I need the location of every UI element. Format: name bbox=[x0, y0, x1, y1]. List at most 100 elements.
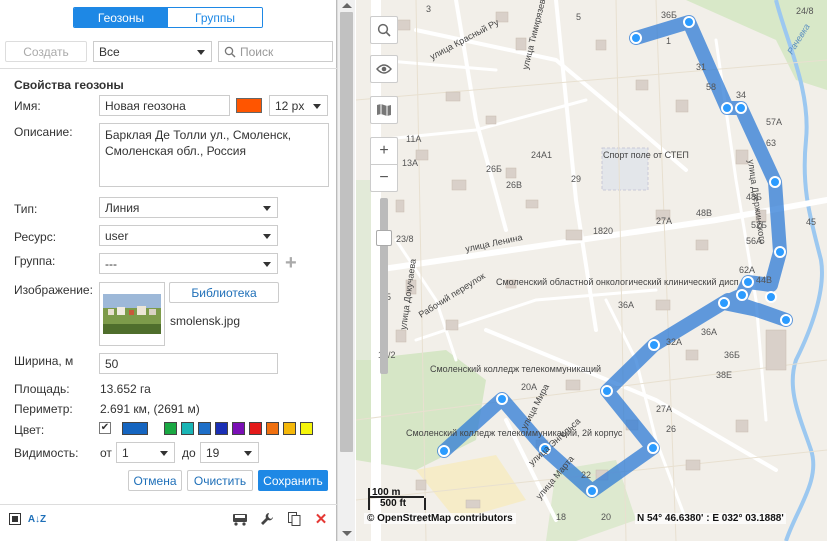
filter-select[interactable]: Все bbox=[93, 41, 212, 62]
name-label: Имя: bbox=[14, 99, 41, 113]
svg-text:5: 5 bbox=[576, 12, 581, 22]
svg-text:24/8: 24/8 bbox=[796, 6, 814, 16]
scale-metric: 100 m bbox=[368, 488, 424, 498]
svg-text:20: 20 bbox=[601, 512, 611, 522]
truck-icon[interactable] bbox=[231, 511, 249, 527]
svg-text:11А: 11А bbox=[406, 134, 421, 144]
color-label: Цвет: bbox=[14, 423, 45, 437]
svg-text:36Б: 36Б bbox=[724, 350, 740, 360]
map-search-button[interactable] bbox=[370, 16, 398, 44]
map-visibility-button[interactable] bbox=[370, 55, 398, 83]
cancel-button[interactable]: Отмена bbox=[128, 470, 182, 491]
palette-swatch[interactable] bbox=[232, 422, 245, 435]
library-button[interactable]: Библиотека bbox=[169, 282, 279, 303]
svg-text:62А: 62А bbox=[739, 265, 755, 275]
palette-swatch[interactable] bbox=[215, 422, 228, 435]
map-view[interactable]: 3 5 36Б 24/8 1 31 58 34 57А 11А 13А 26Б 24А1 26В 29… bbox=[356, 0, 827, 541]
palette-swatch[interactable] bbox=[249, 422, 262, 435]
save-button[interactable]: Сохранить bbox=[258, 470, 328, 491]
map-label-street: улица Тимирязева bbox=[520, 0, 548, 70]
font-size-select[interactable]: 12 px bbox=[269, 95, 328, 116]
image-label: Изображение: bbox=[14, 283, 93, 297]
chevron-down-icon bbox=[263, 234, 271, 239]
svg-text:26В: 26В bbox=[506, 180, 522, 190]
copy-icon[interactable] bbox=[286, 511, 302, 527]
svg-text:36Б: 36Б bbox=[661, 10, 677, 20]
section-title: Свойства геозоны bbox=[14, 78, 124, 92]
svg-text:1: 1 bbox=[666, 36, 671, 46]
palette-swatch[interactable] bbox=[164, 422, 177, 435]
palette-swatch[interactable] bbox=[198, 422, 211, 435]
width-label: Ширина, м bbox=[14, 354, 74, 368]
selected-color-swatch[interactable] bbox=[122, 422, 148, 435]
zoom-in-button[interactable]: + bbox=[370, 137, 398, 165]
scroll-down-icon[interactable] bbox=[342, 531, 352, 536]
type-select[interactable]: Линия bbox=[99, 197, 278, 218]
divider bbox=[0, 504, 337, 505]
name-color-swatch[interactable] bbox=[236, 98, 262, 113]
plus-icon: + bbox=[379, 142, 389, 159]
search-placeholder: Поиск bbox=[240, 44, 274, 59]
create-button[interactable]: Создать bbox=[5, 41, 87, 62]
add-group-icon[interactable]: + bbox=[285, 253, 297, 273]
svg-text:36А: 36А bbox=[701, 327, 717, 337]
svg-text:48В: 48В bbox=[696, 208, 712, 218]
group-select[interactable]: --- bbox=[99, 253, 278, 274]
chevron-down-icon bbox=[197, 50, 205, 55]
sort-az-icon[interactable]: A↓Z bbox=[28, 511, 46, 527]
scrollbar-thumb[interactable] bbox=[340, 12, 353, 452]
zoom-out-button[interactable]: − bbox=[370, 164, 398, 192]
scroll-up-icon[interactable] bbox=[342, 3, 352, 8]
map-canvas: 3 5 36Б 24/8 1 3158 34 57А 11А 13А 26Б 24А1 26В 29… bbox=[356, 0, 827, 541]
tab-bar: Геозоны Группы bbox=[73, 7, 263, 28]
image-thumbnail[interactable] bbox=[99, 282, 165, 346]
svg-text:38Е: 38Е bbox=[716, 370, 732, 380]
svg-text:31: 31 bbox=[696, 62, 706, 72]
map-attribution[interactable]: © OpenStreetMap contributors bbox=[364, 513, 516, 524]
name-input[interactable]: Новая геозона bbox=[99, 95, 230, 116]
map-label-place: Смоленский колледж телекоммуникаций, 2й … bbox=[406, 428, 623, 438]
search-icon bbox=[377, 23, 391, 37]
panel-scrollbar[interactable] bbox=[337, 0, 355, 541]
perimeter-label: Периметр: bbox=[14, 402, 73, 416]
svg-text:44В: 44В bbox=[756, 275, 772, 285]
search-input[interactable]: Поиск bbox=[218, 41, 333, 62]
svg-text:20А: 20А bbox=[521, 382, 537, 392]
scale-imperial: 500 ft bbox=[368, 498, 426, 510]
chevron-down-icon bbox=[313, 104, 321, 109]
description-textarea[interactable]: Барклая Де Толли ул., Смоленск, Смоленск… bbox=[99, 123, 329, 187]
image-filename: smolensk.jpg bbox=[170, 314, 241, 328]
map-layers-button[interactable] bbox=[370, 96, 398, 124]
palette-swatch[interactable] bbox=[300, 422, 313, 435]
delete-icon[interactable]: ✕ bbox=[313, 511, 329, 528]
palette-swatch[interactable] bbox=[283, 422, 296, 435]
chevron-down-icon bbox=[263, 262, 271, 267]
tab-groups[interactable]: Группы bbox=[168, 8, 262, 27]
zoom-slider[interactable] bbox=[380, 198, 388, 374]
svg-text:63: 63 bbox=[766, 138, 776, 148]
svg-text:27А: 27А bbox=[656, 216, 672, 226]
map-label-place: Смоленский колледж телекоммуникаций bbox=[430, 364, 601, 374]
svg-text:23/8: 23/8 bbox=[396, 234, 414, 244]
width-input[interactable]: 50 bbox=[99, 353, 278, 374]
clear-button[interactable]: Очистить bbox=[187, 470, 253, 491]
svg-text:22: 22 bbox=[581, 470, 591, 480]
description-label: Описание: bbox=[14, 125, 73, 139]
visibility-to-select[interactable]: 19 bbox=[200, 442, 259, 463]
resource-select[interactable]: user bbox=[99, 225, 278, 246]
map-label-street: Рабочий переулок bbox=[417, 271, 487, 320]
svg-text:18: 18 bbox=[556, 512, 566, 522]
tab-geozones[interactable]: Геозоны bbox=[74, 8, 168, 27]
visibility-from-select[interactable]: 1 bbox=[116, 442, 175, 463]
wrench-icon[interactable] bbox=[259, 511, 275, 527]
chevron-down-icon bbox=[263, 206, 271, 211]
group-label: Группа: bbox=[14, 254, 56, 268]
color-checkbox[interactable]: ✔ bbox=[99, 422, 111, 434]
to-value: 19 bbox=[206, 445, 220, 460]
select-all-icon[interactable] bbox=[8, 511, 22, 527]
svg-text:32А: 32А bbox=[666, 337, 682, 347]
palette-swatch[interactable] bbox=[266, 422, 279, 435]
palette-swatch[interactable] bbox=[181, 422, 194, 435]
to-label: до bbox=[182, 446, 196, 460]
zoom-slider-handle[interactable] bbox=[376, 230, 392, 246]
